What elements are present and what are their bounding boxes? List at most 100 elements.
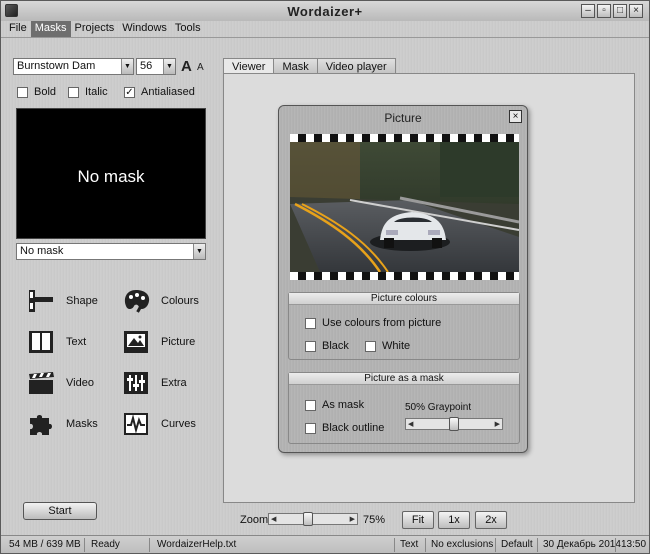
chevron-down-icon[interactable]: ▼ — [121, 59, 133, 74]
section-heading: Picture colours — [289, 293, 519, 305]
as-mask-label: As mask — [322, 399, 365, 411]
white-checkbox[interactable]: White — [365, 340, 410, 352]
maximize-icon[interactable]: □ — [613, 4, 627, 18]
minimize-icon[interactable]: – — [581, 4, 595, 18]
zoom-value: 75% — [363, 514, 386, 526]
puzzle-icon — [30, 415, 52, 435]
menu-divider — [1, 37, 649, 38]
tool-masks-button[interactable]: Masks — [26, 410, 98, 438]
chevron-down-icon[interactable]: ▼ — [163, 59, 175, 74]
dialog-title: Picture — [384, 111, 422, 125]
bold-label: Bold — [34, 86, 57, 98]
tool-label: Video — [66, 377, 94, 389]
font-family-value: Burnstown Dam — [17, 60, 96, 72]
as-mask-checkbox[interactable]: As mask — [305, 399, 364, 411]
palette-icon — [124, 290, 150, 313]
font-size-value: 56 — [140, 60, 153, 72]
zoom-2x-button[interactable]: 2x — [475, 511, 507, 529]
font-grow-icon[interactable]: A — [181, 58, 192, 75]
graypoint-slider-thumb[interactable] — [449, 417, 459, 431]
tool-label: Extra — [161, 377, 187, 389]
font-size-select[interactable]: 56 ▼ — [136, 58, 176, 75]
arrow-left-icon[interactable]: ◀ — [408, 420, 413, 428]
shape-icon — [29, 290, 53, 312]
status-preset: Default — [501, 539, 533, 550]
white-label: White — [382, 340, 411, 352]
black-checkbox[interactable]: Black — [305, 340, 349, 352]
mask-select-value: No mask — [20, 245, 64, 257]
sliders-icon — [124, 372, 148, 394]
checkbox-box[interactable]: ✓ — [124, 86, 135, 98]
tool-label: Shape — [66, 295, 98, 307]
picture-mask-section: Picture as a mask As mask Black outline … — [288, 372, 520, 444]
mask-preview-text: No mask — [77, 167, 145, 186]
tool-colours-button[interactable]: Colours — [121, 287, 199, 315]
picture-icon — [124, 331, 148, 353]
font-shrink-icon[interactable]: A — [197, 62, 204, 73]
tool-label: Colours — [161, 295, 199, 307]
section-heading: Picture as a mask — [289, 373, 519, 385]
arrow-left-icon[interactable]: ◀ — [271, 515, 276, 523]
clapper-icon — [29, 372, 54, 394]
status-state: Ready — [91, 539, 120, 550]
antialiased-checkbox[interactable]: ✓ Antialiased — [124, 86, 195, 98]
bold-checkbox[interactable]: Bold — [17, 86, 56, 98]
title-bar[interactable]: Wordaizer+ – ▫ □ × — [1, 1, 649, 21]
black-label: Black — [322, 340, 349, 352]
close-icon[interactable]: × — [629, 4, 643, 18]
window-title: Wordaizer+ — [287, 4, 363, 19]
status-divider — [84, 538, 85, 552]
status-divider — [425, 538, 426, 552]
chevron-down-icon[interactable]: ▼ — [193, 244, 205, 259]
italic-checkbox[interactable]: Italic — [68, 86, 108, 98]
checkbox-box[interactable] — [305, 399, 316, 411]
checkbox-box[interactable] — [365, 340, 376, 352]
mask-preview: No mask — [16, 108, 206, 239]
close-icon[interactable]: × — [509, 110, 522, 123]
tool-video-button[interactable]: Video — [26, 369, 94, 397]
zoom-1x-button[interactable]: 1x — [438, 511, 470, 529]
menu-masks[interactable]: Masks — [30, 21, 71, 37]
mask-select[interactable]: No mask ▼ — [16, 243, 206, 260]
status-divider — [149, 538, 150, 552]
picture-dialog: Picture × Picture colours Use colours fr… — [278, 105, 528, 453]
arrow-right-icon[interactable]: ▶ — [495, 420, 500, 428]
checkbox-box[interactable] — [305, 422, 316, 434]
zoom-fit-button[interactable]: Fit — [402, 511, 434, 529]
checkbox-box[interactable] — [17, 86, 28, 98]
checkbox-box[interactable] — [305, 340, 316, 352]
start-button[interactable]: Start — [23, 502, 97, 520]
tool-picture-button[interactable]: Picture — [121, 328, 195, 356]
status-divider — [537, 538, 538, 552]
zoom-slider-thumb[interactable] — [302, 512, 313, 526]
checkbox-box[interactable] — [305, 317, 316, 329]
menu-file[interactable]: File — [5, 21, 31, 37]
status-mode: Text — [400, 539, 419, 550]
use-colours-checkbox[interactable]: Use colours from picture — [305, 317, 441, 329]
status-date: 30 Декабрь 2014 — [543, 539, 621, 550]
zoom-slider[interactable]: ◀ ▶ — [268, 512, 358, 526]
italic-label: Italic — [85, 86, 108, 98]
menu-tools[interactable]: Tools — [171, 21, 205, 37]
picture-colours-section: Picture colours Use colours from picture… — [288, 292, 520, 360]
status-bar: 54 MB / 639 MB Ready WordaizerHelp.txt T… — [1, 535, 649, 553]
zoom-label: Zoom — [240, 514, 269, 526]
status-memory: 54 MB / 639 MB — [9, 539, 81, 550]
picture-preview — [290, 134, 519, 280]
film-holes-top — [290, 134, 519, 142]
tool-curves-button[interactable]: Curves — [121, 410, 196, 438]
font-family-select[interactable]: Burnstown Dam ▼ — [13, 58, 134, 75]
checkbox-box[interactable] — [68, 86, 79, 98]
status-exclusions: No exclusions — [431, 539, 494, 550]
arrow-right-icon[interactable]: ▶ — [350, 515, 355, 523]
status-file: WordaizerHelp.txt — [157, 539, 237, 550]
graypoint-slider[interactable]: ◀ ▶ — [405, 417, 503, 431]
tool-text-button[interactable]: Text — [26, 328, 86, 356]
tool-extra-button[interactable]: Extra — [121, 369, 187, 397]
restore-icon[interactable]: ▫ — [597, 4, 611, 18]
black-outline-checkbox[interactable]: Black outline — [305, 422, 384, 434]
black-outline-label: Black outline — [322, 422, 385, 434]
menu-projects[interactable]: Projects — [71, 21, 119, 37]
tool-shape-button[interactable]: Shape — [26, 287, 98, 315]
menu-windows[interactable]: Windows — [118, 21, 171, 37]
